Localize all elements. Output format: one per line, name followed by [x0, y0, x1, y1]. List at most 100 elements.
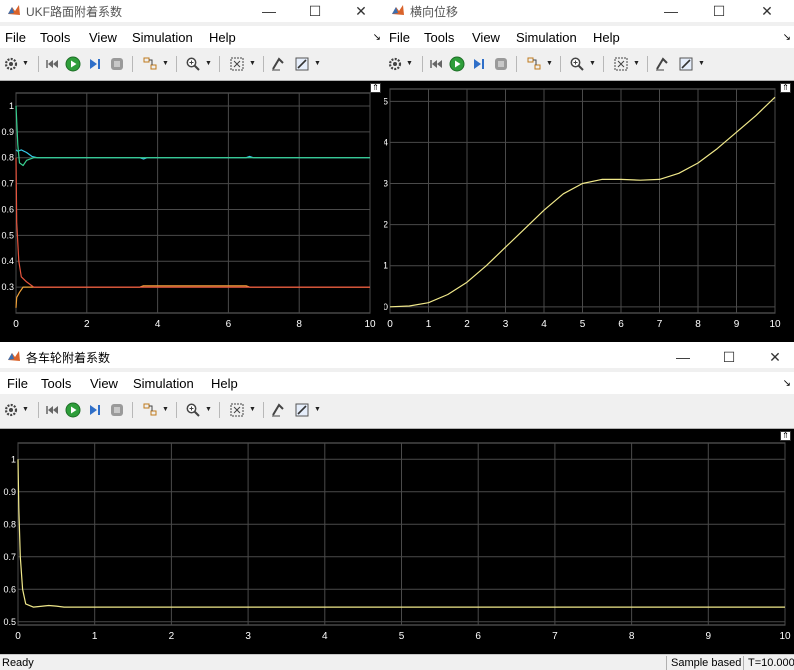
- menu-view[interactable]: View: [472, 30, 500, 45]
- run-icon[interactable]: [448, 55, 466, 73]
- minimize-icon[interactable]: —: [648, 0, 694, 22]
- scope-window-wheels: 各车轮附着系数 — ☐ ✕ File Tools View Simulation…: [0, 346, 794, 654]
- menu-help[interactable]: Help: [209, 30, 236, 45]
- title-bar[interactable]: 横向位移 — ☐ ✕: [384, 0, 794, 22]
- y-tick-label: 0.7: [1, 179, 14, 189]
- highlight-block-icon[interactable]: [141, 401, 159, 419]
- x-tick-label: 7: [657, 319, 663, 330]
- window-title: 各车轮附着系数: [26, 351, 111, 365]
- x-tick-label: 0: [15, 631, 21, 642]
- dropdown-caret-icon[interactable]: ▼: [22, 60, 29, 67]
- style-icon[interactable]: [677, 55, 695, 73]
- x-tick-label: 3: [245, 631, 251, 642]
- close-icon[interactable]: ✕: [752, 346, 794, 368]
- plot-area[interactable]: ⇑ 0 1 2 3 4 5 6 7 8 9 10 0.5 0.6 0.7 0.8 0.9 1: [0, 428, 794, 654]
- y-tick-label: 2: [384, 220, 388, 230]
- autoscale-icon[interactable]: [269, 55, 287, 73]
- plot-area[interactable]: ⇑ 0 2 4 6 8 10 0.3 0.4 0.5 0.6 0.7 0.8 0.9 1: [0, 80, 384, 342]
- menu-file[interactable]: File: [5, 30, 26, 45]
- dropdown-caret-icon[interactable]: ▼: [633, 60, 640, 67]
- toolbar-separator: [263, 402, 264, 418]
- close-icon[interactable]: ✕: [338, 0, 384, 22]
- zoom-icon[interactable]: [184, 401, 202, 419]
- stop-icon[interactable]: [108, 55, 126, 73]
- menu-help[interactable]: Help: [593, 30, 620, 45]
- dropdown-caret-icon[interactable]: ▼: [546, 60, 553, 67]
- highlight-block-icon[interactable]: [141, 55, 159, 73]
- menu-bar: File Tools View Simulation Help ↘: [384, 26, 794, 48]
- style-icon[interactable]: [293, 55, 311, 73]
- dropdown-caret-icon[interactable]: ▼: [406, 60, 413, 67]
- menu-file[interactable]: File: [7, 376, 28, 391]
- restart-icon[interactable]: [428, 55, 446, 73]
- restart-icon[interactable]: [44, 401, 62, 419]
- step-forward-icon[interactable]: [86, 55, 104, 73]
- plot-area[interactable]: ⇑ 0 1 2 3 4 5 6 7 8 9 10 0 1 2 3 4 5: [384, 80, 794, 342]
- title-bar[interactable]: 各车轮附着系数 — ☐ ✕: [0, 346, 794, 368]
- highlight-block-icon[interactable]: [525, 55, 543, 73]
- dropdown-caret-icon[interactable]: ▼: [314, 60, 321, 67]
- dropdown-caret-icon[interactable]: ▼: [698, 60, 705, 67]
- dropdown-caret-icon[interactable]: ▼: [249, 406, 256, 413]
- x-tick-label: 8: [695, 319, 701, 330]
- restart-icon[interactable]: [44, 55, 62, 73]
- step-forward-icon[interactable]: [470, 55, 488, 73]
- autoscale-icon[interactable]: [653, 55, 671, 73]
- y-tick-label: 0.9: [1, 127, 14, 137]
- scope-window-lateral: 横向位移 — ☐ ✕ File Tools View Simulation He…: [384, 0, 794, 342]
- dock-icon[interactable]: ↘: [783, 32, 791, 43]
- stop-icon[interactable]: [492, 55, 510, 73]
- maximize-icon[interactable]: ☐: [706, 346, 752, 368]
- toolbar-separator: [263, 56, 264, 72]
- zoom-icon[interactable]: [568, 55, 586, 73]
- y-tick-label: 4: [384, 137, 388, 147]
- x-tick-label: 0: [13, 319, 19, 330]
- menu-file[interactable]: File: [389, 30, 410, 45]
- menu-tools[interactable]: Tools: [40, 30, 70, 45]
- style-icon[interactable]: [293, 401, 311, 419]
- dropdown-caret-icon[interactable]: ▼: [162, 60, 169, 67]
- dock-icon[interactable]: ↘: [373, 32, 381, 43]
- title-bar[interactable]: UKF路面附着系数 — ☐ ✕: [0, 0, 384, 22]
- y-tick-label: 0.9: [3, 487, 16, 497]
- minimize-icon[interactable]: —: [246, 0, 292, 22]
- menu-simulation[interactable]: Simulation: [516, 30, 577, 45]
- dropdown-caret-icon[interactable]: ▼: [22, 406, 29, 413]
- menu-tools[interactable]: Tools: [41, 376, 71, 391]
- stop-icon[interactable]: [108, 401, 126, 419]
- zoom-icon[interactable]: [184, 55, 202, 73]
- fit-to-view-icon[interactable]: [612, 55, 630, 73]
- gear-icon[interactable]: [386, 55, 404, 73]
- gear-icon[interactable]: [2, 401, 20, 419]
- gear-icon[interactable]: [2, 55, 20, 73]
- menu-help[interactable]: Help: [211, 376, 238, 391]
- dropdown-caret-icon[interactable]: ▼: [249, 60, 256, 67]
- y-tick-label: 0.6: [3, 584, 16, 594]
- y-tick-label: 1: [384, 261, 388, 271]
- close-icon[interactable]: ✕: [744, 0, 790, 22]
- menu-simulation[interactable]: Simulation: [133, 376, 194, 391]
- fit-to-view-icon[interactable]: [228, 55, 246, 73]
- dropdown-caret-icon[interactable]: ▼: [162, 406, 169, 413]
- dropdown-caret-icon[interactable]: ▼: [205, 406, 212, 413]
- y-tick-label: 0.5: [1, 230, 14, 240]
- maximize-icon[interactable]: ☐: [292, 0, 338, 22]
- dropdown-caret-icon[interactable]: ▼: [205, 60, 212, 67]
- y-tick-label: 3: [384, 179, 388, 189]
- dropdown-caret-icon[interactable]: ▼: [589, 60, 596, 67]
- minimize-icon[interactable]: —: [660, 346, 706, 368]
- step-forward-icon[interactable]: [86, 401, 104, 419]
- dropdown-caret-icon[interactable]: ▼: [314, 406, 321, 413]
- menu-view[interactable]: View: [89, 30, 117, 45]
- autoscale-icon[interactable]: [269, 401, 287, 419]
- menu-view[interactable]: View: [90, 376, 118, 391]
- run-icon[interactable]: [64, 401, 82, 419]
- maximize-icon[interactable]: ☐: [696, 0, 742, 22]
- fit-to-view-icon[interactable]: [228, 401, 246, 419]
- toolbar-separator: [176, 56, 177, 72]
- x-tick-label: 1: [426, 319, 432, 330]
- menu-tools[interactable]: Tools: [424, 30, 454, 45]
- menu-simulation[interactable]: Simulation: [132, 30, 193, 45]
- dock-icon[interactable]: ↘: [783, 378, 791, 389]
- run-icon[interactable]: [64, 55, 82, 73]
